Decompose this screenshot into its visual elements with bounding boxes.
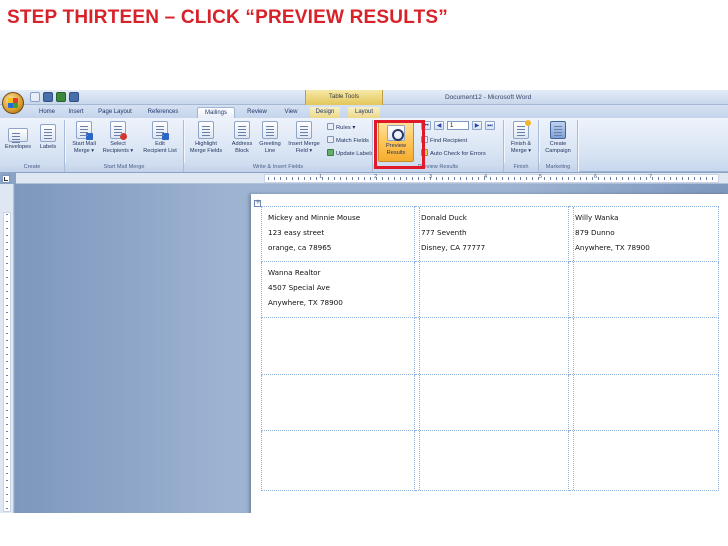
select-recipients-button[interactable]: Select Recipients ▾: [101, 121, 135, 155]
table-tools-context: Table Tools: [305, 90, 383, 105]
redo-icon[interactable]: [56, 92, 66, 102]
document-page[interactable]: Mickey and Minnie Mouse123 easy streetor…: [251, 194, 728, 513]
update-labels-button[interactable]: Update Labels: [327, 149, 373, 159]
label-table: Mickey and Minnie Mouse 123 easy street or…: [261, 206, 719, 491]
document-area: Mickey and Minnie Mouse123 easy streetor…: [15, 184, 728, 513]
office-button[interactable]: [2, 92, 24, 114]
record-number-input[interactable]: 1: [447, 121, 469, 130]
rules-button[interactable]: Rules ▾: [327, 123, 355, 133]
match-fields-button[interactable]: Match Fields: [327, 136, 369, 146]
edit-recipient-list-button[interactable]: Edit Recipient List: [138, 121, 182, 155]
label-cell[interactable]: [415, 262, 574, 318]
label-cell[interactable]: [569, 375, 719, 431]
save-icon[interactable]: [30, 92, 40, 102]
label-cell[interactable]: Willy Wanka 879 Dunno Anywhere, TX 78900: [569, 206, 719, 262]
word-window: Table Tools Document12 - Microsoft Word …: [0, 90, 728, 513]
auto-check-errors-button[interactable]: Auto Check for Errors: [421, 149, 486, 159]
label-cell[interactable]: [569, 318, 719, 375]
finish-merge-button[interactable]: Finish & Merge ▾: [505, 120, 537, 155]
group-finish: Finish: [504, 163, 538, 172]
window-title: Document12 - Microsoft Word: [445, 94, 532, 101]
tab-mailings[interactable]: Mailings: [197, 107, 235, 118]
tab-insert[interactable]: Insert: [64, 107, 88, 118]
title-bar: Table Tools Document12 - Microsoft Word: [0, 90, 728, 105]
tab-selector[interactable]: [2, 175, 10, 183]
create-campaign-button[interactable]: Create Campaign: [540, 121, 576, 155]
greeting-line-icon: [262, 121, 278, 139]
find-recipient-button[interactable]: Find Recipient: [421, 136, 467, 146]
recipients-icon: [110, 121, 127, 140]
ribbon: Envelopes Labels Create Start Mail Merge …: [0, 118, 728, 172]
tab-page-layout[interactable]: Page Layout: [93, 107, 137, 118]
label-cell[interactable]: [415, 375, 574, 431]
vertical-ruler: [0, 184, 14, 513]
label-cell[interactable]: [569, 262, 719, 318]
mail-merge-icon: [76, 121, 93, 140]
group-write-insert-fields: Write & Insert Fields: [184, 163, 372, 172]
ribbon-tabs: Home Insert Page Layout References Maili…: [0, 105, 728, 118]
tab-view[interactable]: View: [279, 107, 303, 118]
next-record-icon[interactable]: ▶: [472, 121, 482, 130]
address-block-button[interactable]: Address Block: [228, 121, 256, 155]
highlight-icon: [198, 121, 214, 139]
tab-home[interactable]: Home: [34, 107, 60, 118]
update-labels-icon: [327, 149, 334, 156]
tab-references[interactable]: References: [142, 107, 184, 118]
match-fields-icon: [327, 136, 334, 143]
start-mail-merge-button[interactable]: Start Mail Merge ▾: [67, 121, 101, 155]
group-create: Create: [0, 163, 64, 172]
edit-list-icon: [152, 121, 169, 140]
label-cell[interactable]: [569, 431, 719, 491]
label-cell[interactable]: [415, 431, 574, 491]
previous-record-icon[interactable]: ◀: [434, 121, 444, 130]
quick-access-toolbar: [30, 92, 79, 102]
slide-title: STEP THIRTEEN – CLICK “PREVIEW RESULTS”: [7, 7, 448, 28]
undo-icon[interactable]: [43, 92, 53, 102]
labels-button[interactable]: Labels: [36, 124, 60, 151]
greeting-line-button[interactable]: Greeting Line: [256, 121, 284, 155]
insert-field-icon: [296, 121, 312, 139]
last-record-icon[interactable]: ⏭: [485, 121, 495, 130]
tab-layout[interactable]: Layout: [348, 107, 380, 118]
envelope-icon: [8, 128, 28, 142]
table-move-handle[interactable]: [254, 198, 261, 207]
megaphone-icon: [550, 121, 566, 139]
customize-icon[interactable]: [69, 92, 79, 102]
group-separator: [577, 120, 578, 172]
tab-design[interactable]: Design: [310, 107, 340, 118]
finish-merge-icon: [513, 120, 531, 139]
group-start-mail-merge: Start Mail Merge: [65, 163, 183, 172]
label-cell[interactable]: [415, 318, 574, 375]
label-cell[interactable]: [261, 431, 420, 491]
label-cell[interactable]: Mickey and Minnie Mouse 123 easy street or…: [261, 206, 420, 262]
label-cell[interactable]: Wanna Realtor 4507 Special Ave Anywhere, T…: [261, 262, 420, 318]
preview-results-highlight: [374, 120, 425, 169]
tab-review[interactable]: Review: [243, 107, 271, 118]
horizontal-ruler: 1 2 3 4 5 6 7: [16, 173, 728, 184]
label-cell[interactable]: [261, 318, 420, 375]
address-block-icon: [234, 121, 250, 139]
group-marketing: Marketing: [539, 163, 577, 172]
insert-merge-field-button[interactable]: Insert Merge Field ▾: [284, 121, 324, 155]
highlight-merge-fields-button[interactable]: Highlight Merge Fields: [185, 121, 227, 155]
labels-icon: [40, 124, 56, 142]
label-cell[interactable]: Donald Duck 777 Seventh Disney, CA 77777: [415, 206, 574, 262]
envelopes-button[interactable]: Envelopes: [2, 124, 34, 151]
record-navigation: ⏮ ◀ 1 ▶ ⏭: [421, 121, 495, 130]
label-cell[interactable]: [261, 375, 420, 431]
rules-icon: [327, 123, 334, 130]
